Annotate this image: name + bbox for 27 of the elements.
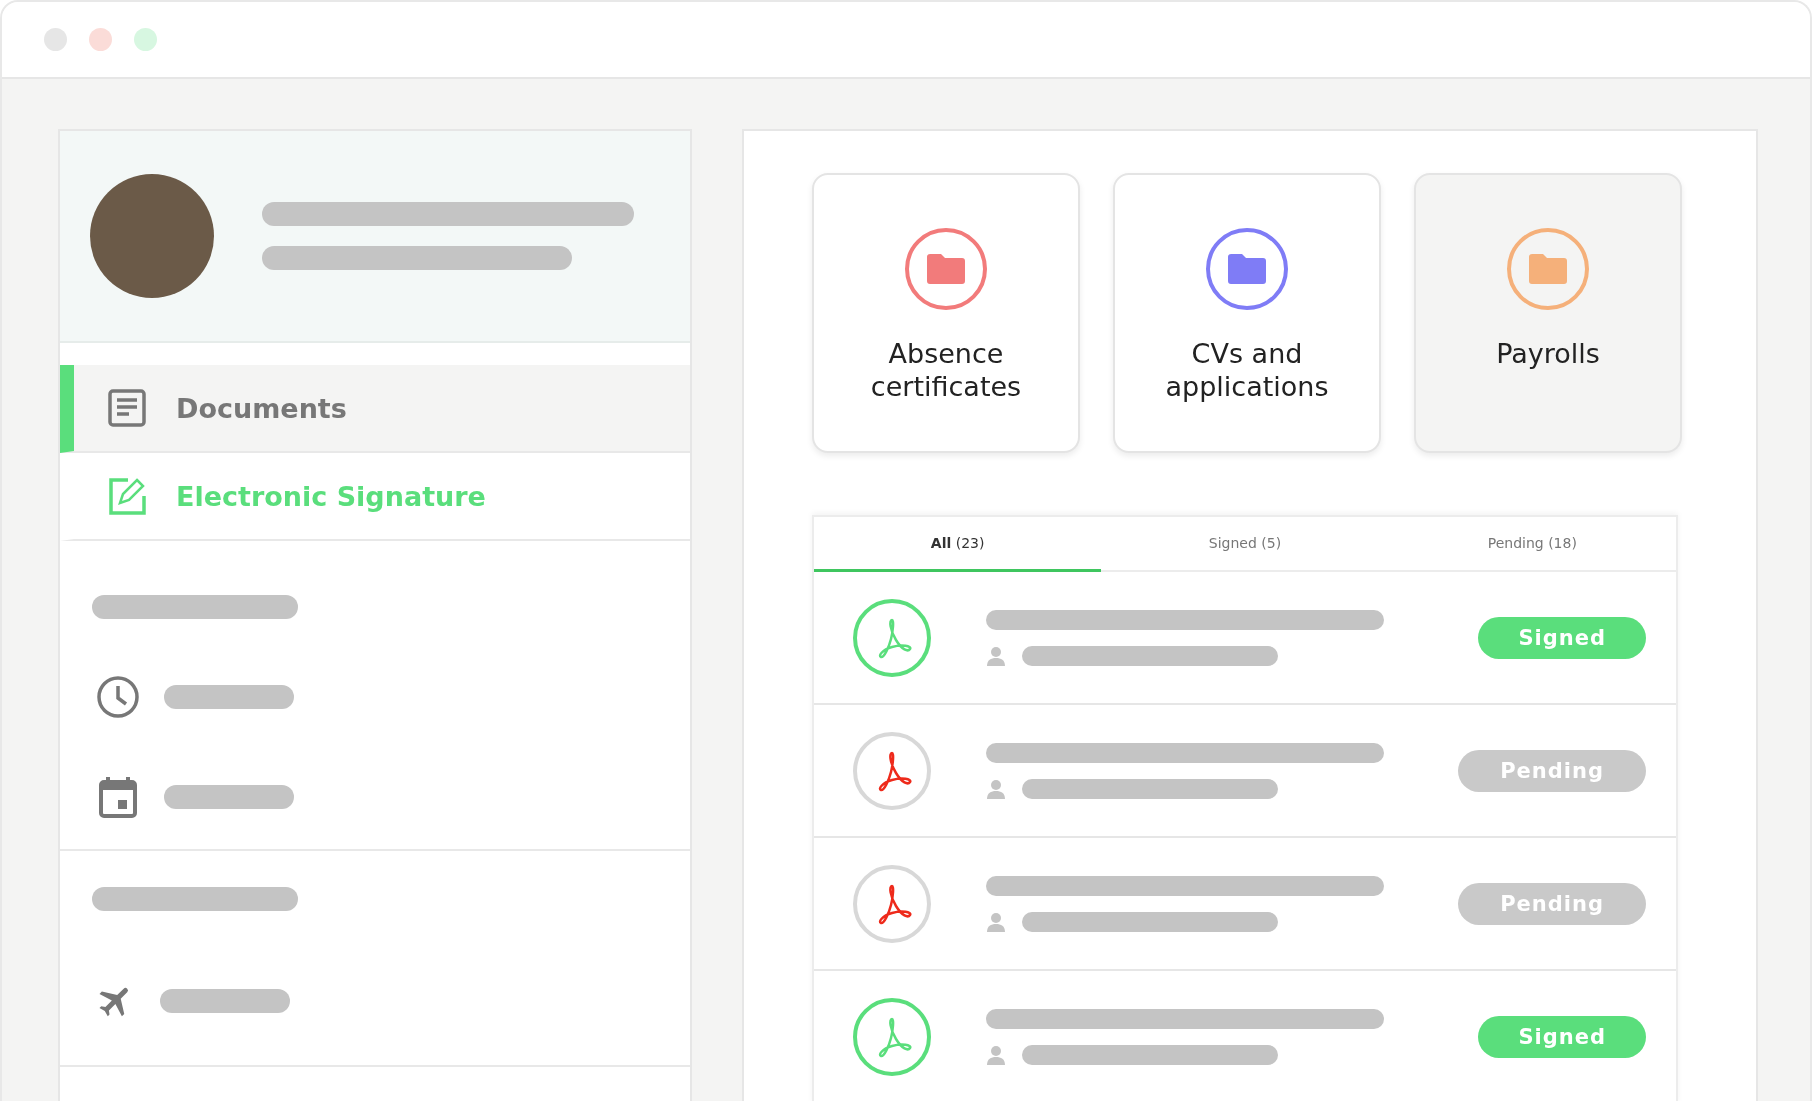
window-dot[interactable] — [134, 28, 157, 51]
pen-icon — [108, 477, 146, 515]
pdf-icon — [852, 863, 932, 944]
person-icon — [986, 778, 1006, 799]
pdf-icon — [852, 996, 932, 1077]
clock-icon — [96, 675, 140, 719]
pdf-icon — [852, 597, 932, 678]
status-badge: Signed — [1478, 1015, 1646, 1058]
filter-tab[interactable]: All (23) — [814, 517, 1102, 572]
window-dot[interactable] — [89, 28, 112, 51]
filter-tab[interactable]: Pending (18) — [1388, 517, 1676, 572]
pdf-icon — [852, 730, 932, 811]
status-badge: Signed — [1478, 616, 1646, 659]
folder-card[interactable]: Payrolls — [1414, 173, 1682, 453]
person-icon — [986, 1044, 1006, 1065]
person-icon — [986, 911, 1006, 932]
calendar-icon — [96, 775, 140, 819]
folder-card[interactable]: CVs and applications — [1113, 173, 1381, 453]
nav-item[interactable]: Documents — [60, 365, 690, 453]
document-icon — [108, 389, 146, 427]
window-dot[interactable] — [44, 28, 67, 51]
person-icon — [986, 645, 1006, 666]
folder-icon — [1205, 227, 1289, 311]
folder-card[interactable]: Absence certificates — [812, 173, 1080, 453]
filter-tab[interactable]: Signed (5) — [1101, 517, 1389, 572]
folder-icon — [904, 227, 988, 311]
folder-icon — [1506, 227, 1590, 311]
